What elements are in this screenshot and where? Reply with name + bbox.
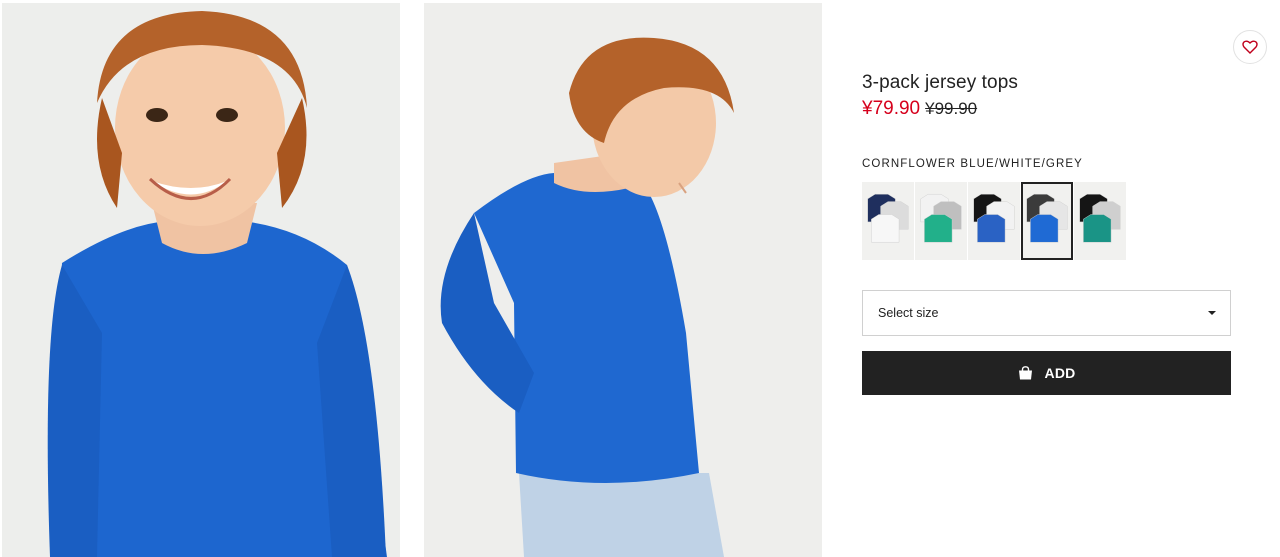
color-swatch-5[interactable] bbox=[1074, 182, 1126, 260]
swatch-shirt bbox=[871, 214, 900, 243]
color-swatch-3[interactable] bbox=[968, 182, 1020, 260]
boy-side-image bbox=[424, 3, 822, 557]
swatch-shirts-image bbox=[920, 194, 962, 243]
add-to-bag-button[interactable]: ADD bbox=[862, 351, 1231, 395]
favorite-button[interactable] bbox=[1233, 30, 1267, 64]
heart-icon bbox=[1242, 40, 1258, 54]
product-title: 3-pack jersey tops bbox=[862, 72, 1018, 93]
swatch-shirt bbox=[1083, 214, 1112, 243]
selected-color-name: CORNFLOWER BLUE/WHITE/GREY bbox=[862, 158, 1083, 170]
sale-price: ¥79.90 bbox=[862, 98, 921, 119]
color-swatch-1[interactable] bbox=[862, 182, 914, 260]
original-price: ¥99.90 bbox=[925, 99, 978, 118]
caret-down-icon bbox=[1208, 311, 1216, 315]
color-swatch-4[interactable] bbox=[1021, 182, 1073, 260]
color-swatch-2[interactable] bbox=[915, 182, 967, 260]
product-info-panel: 3-pack jersey tops ¥79.90 ¥99.90 CORNFLOW… bbox=[862, 0, 1232, 557]
swatch-shirt bbox=[924, 214, 953, 243]
size-select-label: Select size bbox=[878, 306, 939, 320]
color-swatches bbox=[862, 182, 1127, 260]
product-photo-side[interactable] bbox=[424, 3, 822, 557]
shopping-bag-icon bbox=[1018, 366, 1033, 380]
add-button-label: ADD bbox=[1044, 365, 1076, 381]
price-row: ¥79.90 ¥99.90 bbox=[862, 98, 977, 120]
swatch-shirts-image bbox=[1079, 194, 1121, 243]
size-select[interactable]: Select size bbox=[862, 290, 1231, 336]
swatch-shirt bbox=[977, 214, 1006, 243]
swatch-shirt bbox=[1030, 214, 1059, 243]
swatch-shirts-image bbox=[867, 194, 909, 243]
swatch-shirts-image bbox=[1026, 194, 1068, 243]
product-photo-front[interactable] bbox=[2, 3, 400, 557]
boy-front-image bbox=[2, 3, 400, 557]
swatch-shirts-image bbox=[973, 194, 1015, 243]
